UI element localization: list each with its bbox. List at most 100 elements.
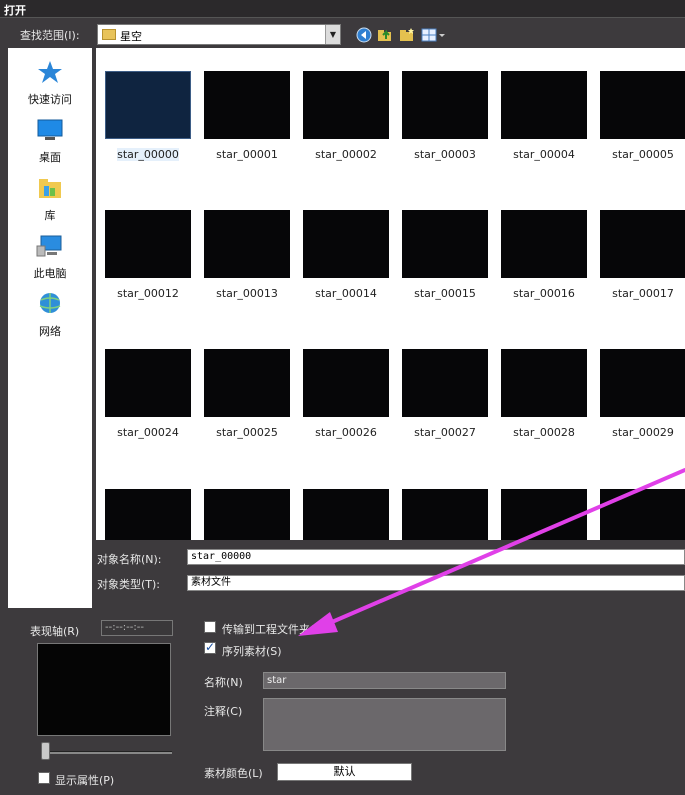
- lookin-label: 查找范围(I):: [20, 29, 80, 42]
- file-thumbnail[interactable]: [105, 489, 191, 540]
- file-name-label[interactable]: star_00001: [199, 148, 295, 161]
- file-name-label[interactable]: star_00028: [496, 426, 592, 439]
- file-name-label[interactable]: star_00027: [397, 426, 493, 439]
- file-thumbnail[interactable]: [600, 489, 685, 540]
- file-list[interactable]: star_00000 star_00001 star_00002 star_00003…: [96, 48, 685, 540]
- sequence-checkbox[interactable]: [204, 640, 216, 654]
- file-thumbnail[interactable]: [501, 489, 587, 540]
- sequence-label: 序列素材(S): [222, 645, 282, 658]
- preview-slider-thumb[interactable]: [41, 742, 50, 760]
- file-thumbnail[interactable]: [204, 489, 290, 540]
- file-thumbnail[interactable]: [105, 210, 191, 278]
- file-name-text: star_00024: [117, 426, 179, 439]
- file-name-label[interactable]: star_00005: [595, 148, 685, 161]
- comment-label: 注释(C): [204, 705, 243, 718]
- file-name-label[interactable]: star_00025: [199, 426, 295, 439]
- clip-color-label: 素材颜色(L): [204, 767, 263, 780]
- comment-textarea[interactable]: [263, 698, 506, 751]
- file-thumbnail[interactable]: [204, 71, 290, 139]
- object-name-input[interactable]: star_00000: [187, 549, 685, 565]
- star-icon: [38, 61, 62, 83]
- up-folder-icon[interactable]: [377, 27, 393, 43]
- transfer-to-project-checkbox[interactable]: [204, 621, 216, 633]
- view-menu-icon[interactable]: [421, 27, 447, 43]
- file-thumbnail[interactable]: [204, 210, 290, 278]
- file-thumbnail[interactable]: [303, 489, 389, 540]
- file-name-label[interactable]: star_00024: [100, 426, 196, 439]
- file-thumbnail[interactable]: [600, 210, 685, 278]
- place-this-pc[interactable]: 此电脑: [8, 228, 92, 280]
- file-name-text: star_00003: [414, 148, 476, 161]
- file-name-text: star_00004: [513, 148, 575, 161]
- file-name-text: star_00000: [117, 148, 179, 161]
- file-name-text: star_00012: [117, 287, 179, 300]
- file-thumbnail[interactable]: [402, 71, 488, 139]
- file-thumbnail[interactable]: [501, 210, 587, 278]
- file-thumbnail[interactable]: [600, 349, 685, 417]
- file-thumbnail[interactable]: [204, 349, 290, 417]
- file-thumbnail[interactable]: [501, 349, 587, 417]
- file-name-label[interactable]: star_00026: [298, 426, 394, 439]
- file-name-label[interactable]: star_00015: [397, 287, 493, 300]
- file-name-text: star_00029: [612, 426, 674, 439]
- file-name-label[interactable]: star_00016: [496, 287, 592, 300]
- computer-icon: [36, 235, 62, 257]
- preview-pane: [37, 643, 171, 736]
- file-thumbnail[interactable]: [501, 71, 587, 139]
- file-name-label[interactable]: star_00017: [595, 287, 685, 300]
- clip-color-button[interactable]: 默认: [277, 763, 412, 781]
- show-properties-checkbox[interactable]: [38, 772, 50, 784]
- file-name-label[interactable]: star_00012: [100, 287, 196, 300]
- file-thumbnail[interactable]: [600, 71, 685, 139]
- chevron-down-icon[interactable]: ▼: [325, 25, 340, 44]
- transfer-to-project-label: 传输到工程文件夹(: [222, 623, 315, 636]
- place-label: 快速访问: [28, 93, 72, 106]
- preview-slider-track[interactable]: [41, 751, 172, 754]
- place-label: 库: [44, 209, 56, 222]
- file-name-text: star_00028: [513, 426, 575, 439]
- place-network[interactable]: 网络: [8, 286, 92, 338]
- place-library[interactable]: 库: [8, 170, 92, 222]
- file-name-label[interactable]: star_00003: [397, 148, 493, 161]
- clip-name-input[interactable]: star: [263, 672, 506, 689]
- file-name-label[interactable]: star_00013: [199, 287, 295, 300]
- file-thumbnail[interactable]: [303, 71, 389, 139]
- file-thumbnail[interactable]: [105, 349, 191, 417]
- lookin-value: 星空: [120, 30, 142, 43]
- file-name-text: star_00001: [216, 148, 278, 161]
- title-bar: 打开: [0, 0, 685, 18]
- file-name-text: star_00002: [315, 148, 377, 161]
- file-thumbnail[interactable]: [402, 210, 488, 278]
- file-name-label[interactable]: star_00004: [496, 148, 592, 161]
- library-icon: [39, 179, 61, 198]
- file-name-text: star_00013: [216, 287, 278, 300]
- file-thumbnail[interactable]: [303, 210, 389, 278]
- timeline-label: 表现轴(R): [30, 625, 80, 638]
- place-desktop[interactable]: 桌面: [8, 112, 92, 164]
- file-name-text: star_00026: [315, 426, 377, 439]
- object-type-label: 对象类型(T):: [97, 578, 161, 591]
- window-title: 打开: [4, 4, 26, 17]
- object-name-label: 对象名称(N):: [97, 553, 162, 566]
- new-folder-icon[interactable]: [399, 27, 415, 43]
- file-thumbnail[interactable]: [303, 349, 389, 417]
- file-name-text: star_00016: [513, 287, 575, 300]
- file-name-text: star_00014: [315, 287, 377, 300]
- place-quick-access[interactable]: 快速访问: [8, 54, 92, 106]
- file-thumbnail[interactable]: [105, 71, 191, 139]
- network-icon: [39, 293, 61, 313]
- file-name-text: star_00025: [216, 426, 278, 439]
- file-thumbnail[interactable]: [402, 349, 488, 417]
- object-type-select[interactable]: 素材文件: [187, 575, 685, 591]
- file-name-label[interactable]: star_00000: [100, 148, 196, 161]
- back-icon[interactable]: [356, 27, 372, 43]
- timecode-field[interactable]: --:--:--:--: [101, 620, 173, 636]
- lookin-combobox[interactable]: 星空 ▼: [97, 24, 341, 45]
- file-name-label[interactable]: star_00014: [298, 287, 394, 300]
- file-name-text: star_00027: [414, 426, 476, 439]
- file-name-label[interactable]: star_00029: [595, 426, 685, 439]
- file-name-text: star_00005: [612, 148, 674, 161]
- file-thumbnail[interactable]: [402, 489, 488, 540]
- name-label: 名称(N): [204, 676, 243, 689]
- file-name-label[interactable]: star_00002: [298, 148, 394, 161]
